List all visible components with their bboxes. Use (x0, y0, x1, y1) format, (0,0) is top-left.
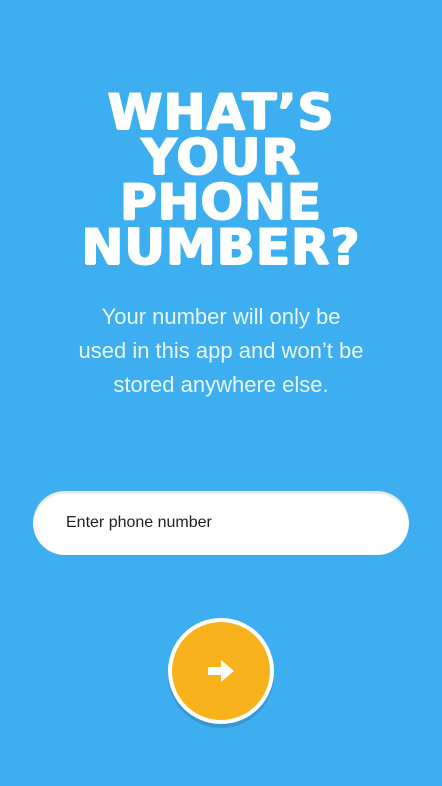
submit-button[interactable] (168, 618, 274, 724)
description-line: Your number will only be (101, 304, 341, 329)
page-title: WHAT’S YOUR PHONE NUMBER? (0, 87, 442, 276)
arrow-right-icon (206, 658, 236, 684)
submit-button-face (172, 622, 270, 720)
description-line: used in this app and won’t be (78, 338, 364, 363)
phone-number-input[interactable] (33, 491, 409, 555)
privacy-description: Your number will only be used in this ap… (60, 300, 382, 402)
phone-entry-screen: WHAT’S YOUR PHONE NUMBER? Your number wi… (0, 0, 442, 786)
description-line: stored anywhere else. (113, 372, 329, 397)
title-line: NUMBER? (81, 218, 361, 276)
